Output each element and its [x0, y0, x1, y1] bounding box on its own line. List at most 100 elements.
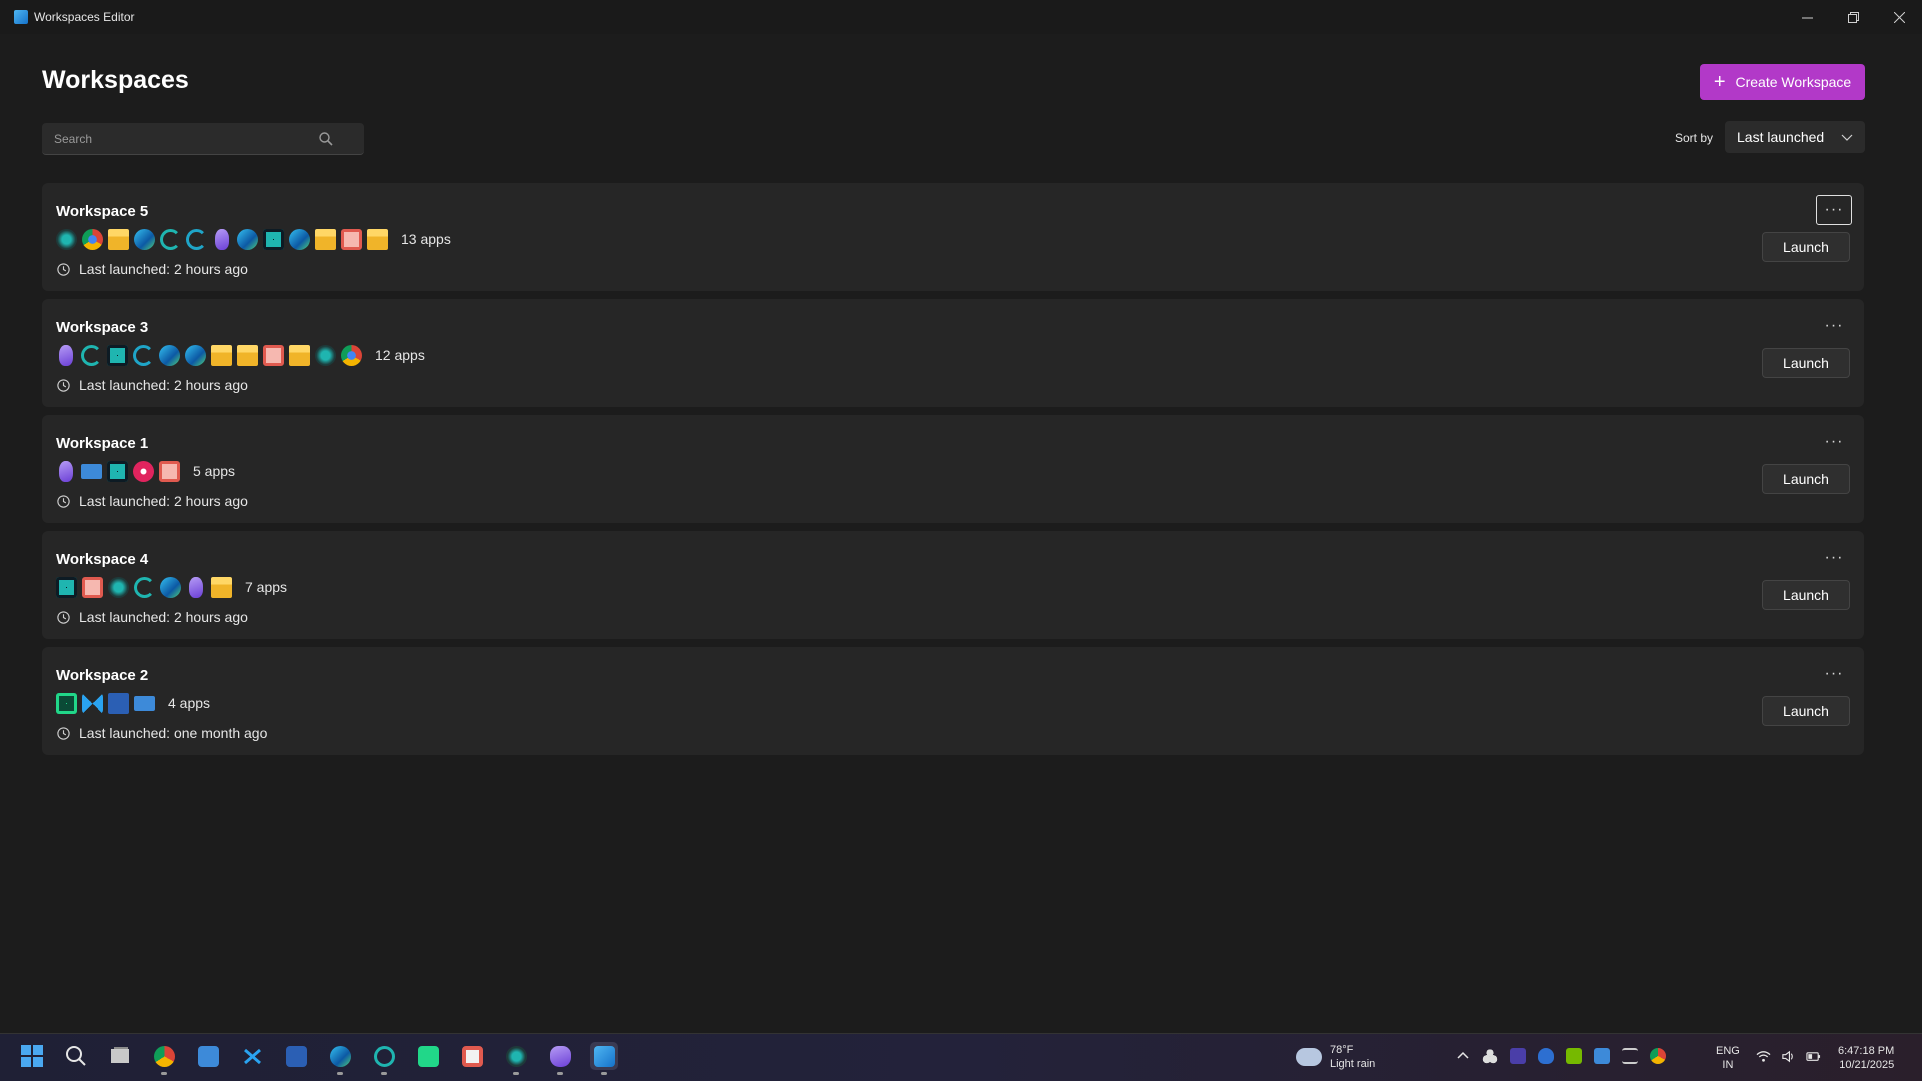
chrome-icon — [153, 1045, 175, 1067]
weather-temperature: 78°F — [1330, 1044, 1354, 1056]
apps-count: 7 apps — [245, 579, 288, 595]
file-explorer-icon — [108, 228, 129, 250]
region-code: IN — [1722, 1059, 1734, 1071]
taskbar-snipping-tool[interactable] — [458, 1042, 486, 1070]
more-options-button[interactable]: ··· — [1816, 195, 1852, 225]
taskbar-pycharm[interactable] — [414, 1042, 442, 1070]
launch-button[interactable]: Launch — [1762, 464, 1850, 494]
obsidian-icon — [215, 228, 229, 250]
workspace-card[interactable]: Workspace 5 13 apps Last launched: 2 hou… — [42, 183, 1864, 291]
file-explorer-icon — [315, 228, 336, 250]
last-launched: Last launched: 2 hours ago — [56, 261, 248, 277]
more-options-button[interactable]: ··· — [1816, 659, 1852, 689]
workspace-card[interactable]: Workspace 4 7 apps Last launched: 2 hour… — [42, 531, 1864, 639]
taskbar-edge-beta[interactable] — [370, 1042, 398, 1075]
wifi-icon — [1756, 1051, 1771, 1062]
snipping-tool-icon — [263, 344, 284, 366]
app-icons-row: 7 apps — [56, 576, 287, 598]
taskbar-word[interactable] — [282, 1042, 310, 1070]
notes-tray-icon[interactable] — [1622, 1048, 1638, 1064]
minimize-button[interactable] — [1784, 0, 1830, 34]
taskbar-workspaces[interactable] — [590, 1042, 618, 1075]
launch-button[interactable]: Launch — [1762, 580, 1850, 610]
more-options-button[interactable]: ··· — [1816, 311, 1852, 341]
file-explorer-icon — [367, 228, 388, 250]
workspace-card[interactable]: Workspace 2 4 apps Last launched: one mo… — [42, 647, 1864, 755]
taskbar-obs[interactable] — [502, 1042, 530, 1075]
vscode-icon — [82, 692, 103, 714]
restore-button[interactable] — [1830, 0, 1876, 34]
app-tray-icon[interactable] — [1510, 1048, 1526, 1064]
launch-button[interactable]: Launch — [1762, 696, 1850, 726]
weather-widget[interactable]: 78°F Light rain — [1296, 1043, 1375, 1071]
chrome-tray-icon[interactable] — [1650, 1048, 1666, 1064]
start-button[interactable] — [18, 1042, 46, 1070]
workspace-name: Workspace 1 — [56, 435, 149, 452]
security-tray-icon[interactable] — [1538, 1048, 1554, 1064]
file-explorer-icon — [211, 344, 232, 366]
obsidian-icon — [549, 1045, 571, 1067]
workspace-card[interactable]: Workspace 1 5 apps Last launched: 2 hour… — [42, 415, 1864, 523]
more-options-button[interactable]: ··· — [1816, 427, 1852, 457]
last-launched: Last launched: 2 hours ago — [56, 609, 248, 625]
obs-icon — [56, 228, 77, 250]
people-tray-icon[interactable] — [1482, 1048, 1498, 1064]
taskbar: 78°F Light rain ENG IN 6:47:18 PM 10/21/… — [0, 1033, 1922, 1081]
clock-date: 10/21/2025 — [1839, 1059, 1895, 1071]
last-launched-text: Last launched: 2 hours ago — [79, 493, 248, 509]
workspace-card[interactable]: Workspace 3 12 apps Last launched: 2 hou… — [42, 299, 1864, 407]
nvidia-tray-icon[interactable] — [1566, 1048, 1582, 1064]
sort-dropdown[interactable]: Last launched — [1725, 121, 1865, 153]
taskbar-remote-desktop[interactable] — [194, 1042, 222, 1070]
mobaxterm-icon — [107, 344, 128, 366]
chevron-down-icon — [1841, 134, 1853, 141]
remote-desktop-icon — [81, 463, 102, 479]
taskbar-chrome[interactable] — [150, 1042, 178, 1075]
search-input[interactable] — [42, 123, 318, 154]
restore-icon — [1847, 11, 1859, 23]
word-icon — [108, 692, 129, 714]
chevron-up-icon[interactable] — [1456, 1049, 1470, 1063]
taskbar-edge[interactable] — [326, 1042, 354, 1075]
remote-tray-icon[interactable] — [1594, 1048, 1610, 1064]
edge-beta-icon — [81, 344, 102, 366]
clock-time: 6:47:18 PM — [1838, 1045, 1895, 1057]
obsidian-icon — [59, 460, 73, 482]
snipping-tool-icon — [461, 1045, 483, 1067]
launch-button[interactable]: Launch — [1762, 348, 1850, 378]
edge-icon — [329, 1045, 351, 1067]
launch-button[interactable]: Launch — [1762, 232, 1850, 262]
file-explorer-icon — [237, 344, 258, 366]
history-icon — [57, 726, 70, 740]
pycharm-icon — [56, 692, 77, 714]
taskbar-vscode[interactable] — [238, 1042, 266, 1070]
obsidian-icon — [59, 344, 73, 366]
task-view-button[interactable] — [106, 1042, 134, 1070]
taskbar-obsidian[interactable] — [546, 1042, 574, 1075]
edge-icon — [185, 344, 206, 366]
create-workspace-button[interactable]: + Create Workspace — [1700, 64, 1865, 100]
more-options-button[interactable]: ··· — [1816, 543, 1852, 573]
minimize-icon — [1801, 17, 1813, 18]
remote-desktop-icon — [197, 1045, 219, 1067]
windows-logo-icon — [21, 1045, 43, 1067]
apps-count: 5 apps — [193, 463, 236, 479]
word-icon — [285, 1045, 307, 1067]
weather-description: Light rain — [1330, 1058, 1376, 1070]
last-launched: Last launched: 2 hours ago — [56, 377, 248, 393]
apps-count: 4 apps — [168, 695, 211, 711]
close-button[interactable] — [1876, 0, 1922, 34]
app-icons-row: 12 apps — [56, 344, 425, 366]
weather-text: 78°F Light rain — [1330, 1043, 1375, 1071]
taskbar-search-button[interactable] — [62, 1042, 90, 1070]
close-icon — [1893, 11, 1905, 23]
snipping-tool-icon — [159, 460, 180, 482]
clock[interactable]: 6:47:18 PM 10/21/2025 — [1838, 1044, 1894, 1072]
language-indicator[interactable]: ENG IN — [1716, 1044, 1740, 1072]
last-launched: Last launched: one month ago — [56, 725, 267, 741]
edge-icon — [134, 228, 155, 250]
search-icon[interactable] — [318, 131, 334, 147]
obsidian-icon — [189, 576, 203, 598]
quick-settings[interactable] — [1756, 1049, 1821, 1064]
create-workspace-label: Create Workspace — [1735, 74, 1852, 90]
